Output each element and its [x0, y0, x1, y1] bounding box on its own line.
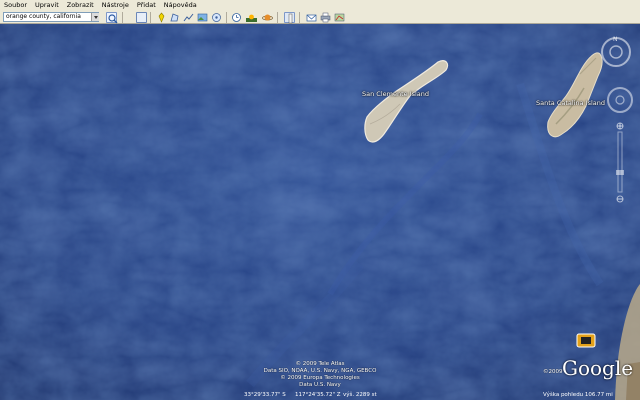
- toolbar-separator: [299, 12, 300, 23]
- ruler-icon[interactable]: [284, 12, 295, 24]
- menu-file[interactable]: Soubor: [4, 0, 27, 10]
- label-santa-catalina[interactable]: Santa Catalina Island: [536, 99, 605, 107]
- camera-icon: [576, 333, 596, 348]
- menu-edit[interactable]: Upravit: [35, 0, 59, 10]
- polygon-icon[interactable]: [169, 12, 180, 23]
- label-san-clemente[interactable]: San Clemente Island: [362, 90, 429, 98]
- attribution-2: Data SIO, NOAA, U.S. Navy, NGA, GEBCO: [263, 368, 377, 374]
- historical-imagery-icon[interactable]: [231, 12, 242, 23]
- search-input[interactable]: orange county, california: [3, 12, 99, 22]
- svg-text:N: N: [613, 36, 618, 43]
- placemark-icon[interactable]: [156, 12, 167, 23]
- search-icon[interactable]: [106, 12, 118, 24]
- planets-icon[interactable]: [262, 12, 273, 23]
- print-icon[interactable]: [320, 12, 331, 23]
- email-icon[interactable]: [306, 12, 317, 23]
- sun-icon[interactable]: [246, 12, 257, 23]
- toolbar-separator: [150, 12, 151, 23]
- globe-view[interactable]: N San Clemente Island Santa Catalina Isl…: [0, 24, 640, 400]
- menu-help[interactable]: Nápověda: [164, 0, 197, 10]
- menu-add[interactable]: Přidat: [137, 0, 156, 10]
- year-badge: ©2009: [543, 369, 563, 375]
- attribution-4: Data U.S. Navy: [299, 382, 341, 388]
- google-logo: Google: [562, 356, 634, 380]
- ocean-terrain: N: [0, 24, 640, 400]
- tour-icon[interactable]: [211, 12, 222, 23]
- maps-icon[interactable]: [334, 12, 345, 23]
- attribution-3: © 2009 Europa Technologies: [280, 375, 360, 381]
- status-bar: 33°29'33.77" S 117°24'35.72" Z výš. 2289…: [0, 392, 640, 400]
- attribution-1: © 2009 Tele Atlas: [295, 361, 345, 367]
- status-eye-altitude: Výška pohledu 106.77 mi: [543, 392, 613, 398]
- menu-view[interactable]: Zobrazit: [67, 0, 94, 10]
- toolbar-separator: [226, 12, 227, 23]
- sidebar-toggle-icon[interactable]: [136, 12, 147, 23]
- toolbar-separator: [277, 12, 278, 23]
- status-elevation: výš. 2289 st: [343, 392, 377, 398]
- status-longitude: 117°24'35.72" Z: [295, 392, 341, 398]
- image-overlay-icon[interactable]: [197, 12, 208, 23]
- path-icon[interactable]: [183, 12, 194, 23]
- search-dropdown-button[interactable]: [91, 13, 99, 21]
- toolbar-separator: [122, 12, 123, 23]
- status-latitude: 33°29'33.77" S: [244, 392, 286, 398]
- menu-tools[interactable]: Nástroje: [102, 0, 129, 10]
- menu-bar: Soubor Upravit Zobrazit Nástroje Přidat …: [0, 0, 640, 10]
